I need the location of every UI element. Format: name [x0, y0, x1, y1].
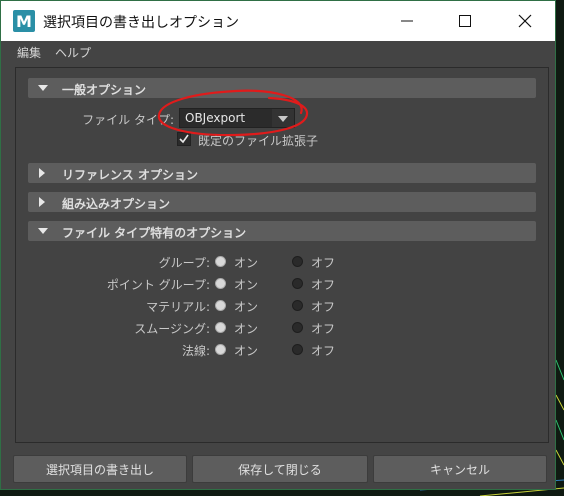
section-filetype-label: ファイル タイプ特有のオプション: [62, 226, 247, 240]
radio-off[interactable]: [292, 322, 303, 333]
radio-off-label: オフ: [311, 344, 336, 358]
row-label: グループ:: [158, 256, 210, 270]
maximize-icon: [459, 15, 471, 27]
file-type-value: OBJexport: [185, 111, 246, 125]
dropdown-caret-icon: [272, 109, 294, 127]
default-extension-label: 既定のファイル拡張子: [198, 134, 319, 148]
radio-off-label: オフ: [311, 278, 336, 292]
radio-off-label: オフ: [311, 256, 336, 270]
radio-on[interactable]: [215, 344, 226, 355]
radio-on-label: オン: [234, 322, 259, 336]
file-type-dropdown[interactable]: OBJexport: [179, 108, 295, 128]
menu-help[interactable]: ヘルプ: [55, 44, 91, 61]
expanded-arrow-icon: [38, 228, 48, 234]
cancel-button[interactable]: キャンセル: [373, 455, 547, 483]
radio-off-label: オフ: [311, 300, 336, 314]
row-label: 法線:: [181, 344, 210, 358]
row-label: スムージング:: [134, 322, 210, 336]
save-and-close-button[interactable]: 保存して閉じる: [192, 455, 368, 483]
file-type-label: ファイル タイプ:: [82, 113, 174, 127]
radio-on[interactable]: [215, 278, 226, 289]
radio-on[interactable]: [215, 322, 226, 333]
row-label: ポイント グループ:: [106, 278, 210, 292]
radio-on-label: オン: [234, 300, 259, 314]
section-embed-header[interactable]: 組み込みオプション: [28, 192, 536, 212]
minimize-icon: [401, 20, 413, 22]
section-reference-label: リファレンス オプション: [62, 168, 198, 182]
menu-edit[interactable]: 編集: [17, 44, 41, 61]
section-reference-header[interactable]: リファレンス オプション: [28, 163, 536, 183]
section-general-label: 一般オプション: [62, 83, 147, 97]
close-button[interactable]: [499, 1, 551, 41]
close-icon: [518, 14, 532, 28]
title-bar[interactable]: M 選択項目の書き出しオプション: [1, 1, 555, 41]
section-embed-label: 組み込みオプション: [62, 197, 171, 211]
window-title: 選択項目の書き出しオプション: [43, 15, 239, 31]
section-filetype-header[interactable]: ファイル タイプ特有のオプション: [28, 221, 536, 241]
radio-off[interactable]: [292, 256, 303, 267]
export-selection-button[interactable]: 選択項目の書き出し: [13, 455, 187, 483]
radio-off[interactable]: [292, 344, 303, 355]
radio-on[interactable]: [215, 256, 226, 267]
collapsed-arrow-icon: [39, 197, 45, 207]
radio-off[interactable]: [292, 278, 303, 289]
row-label: マテリアル:: [146, 300, 210, 314]
options-panel: 一般オプション ファイル タイプ: OBJexport 既定のファイル拡張子 リ…: [15, 67, 549, 443]
collapsed-arrow-icon: [39, 168, 45, 178]
maya-app-icon: M: [13, 10, 35, 32]
menu-bar: 編集 ヘルプ: [1, 41, 555, 63]
maximize-button[interactable]: [439, 1, 491, 41]
svg-text:M: M: [16, 12, 32, 31]
radio-on[interactable]: [215, 300, 226, 311]
radio-on-label: オン: [234, 256, 259, 270]
checkmark-icon: [179, 134, 189, 144]
section-general-header[interactable]: 一般オプション: [28, 78, 536, 98]
radio-on-label: オン: [234, 278, 259, 292]
radio-off[interactable]: [292, 300, 303, 311]
radio-off-label: オフ: [311, 322, 336, 336]
export-options-window: M 選択項目の書き出しオプション 編集 ヘルプ 一般オプション ファイル タイプ…: [0, 0, 556, 490]
default-extension-checkbox[interactable]: [177, 132, 191, 146]
minimize-button[interactable]: [381, 1, 433, 41]
expanded-arrow-icon: [38, 85, 48, 91]
radio-on-label: オン: [234, 344, 259, 358]
